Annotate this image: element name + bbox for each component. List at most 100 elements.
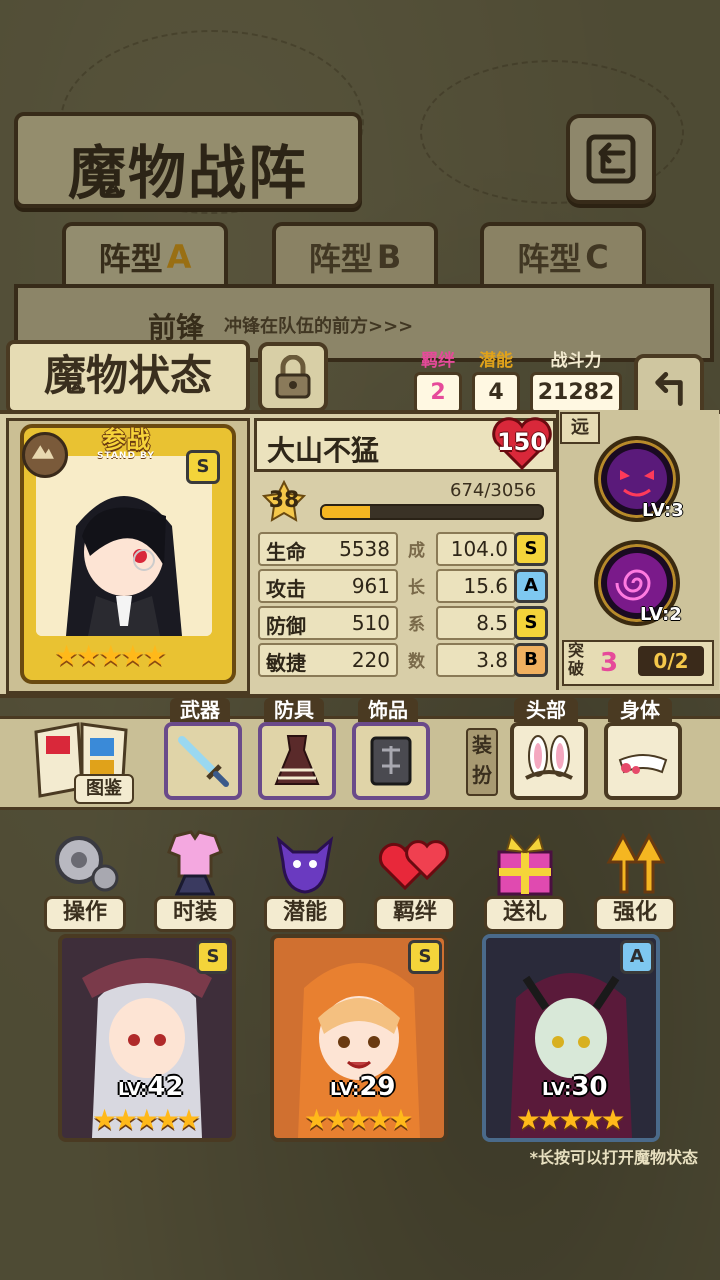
up-arrows-icon xyxy=(606,832,666,894)
level-badge: 38 xyxy=(260,479,308,522)
level-prefix: LV: xyxy=(118,1079,148,1100)
level-prefix: LV: xyxy=(542,1079,572,1100)
weapon-label: 武器 xyxy=(170,698,230,722)
range-tag: 远 xyxy=(560,412,600,444)
stat-row-agility: 敏捷 220 3.8 B xyxy=(258,643,548,677)
team-level: LV:29 xyxy=(330,1072,396,1102)
stat-value: 220 xyxy=(351,648,390,672)
rank-badge: S xyxy=(408,940,442,974)
lock-icon xyxy=(275,355,311,399)
growth-value: 3.8 xyxy=(476,648,508,672)
operate-button[interactable]: 操作 xyxy=(42,822,128,932)
growth-label-char: 成 xyxy=(408,541,425,561)
star-rating: ★★★★★ xyxy=(92,1103,201,1136)
potential-value: 4 xyxy=(472,372,520,414)
body-slot[interactable] xyxy=(604,722,682,800)
grade-badge: B xyxy=(514,643,548,677)
breakthrough-box: 突破 3 0/2 xyxy=(562,640,714,686)
growth-label-char: 数 xyxy=(408,652,425,672)
star-rating: ★★★★★ xyxy=(516,1103,625,1136)
level-value: 38 xyxy=(268,488,300,513)
team-card-3[interactable]: A LV:30 ★★★★★ xyxy=(482,934,660,1142)
bond-button[interactable]: 羁绊 xyxy=(372,822,458,932)
head-label: 头部 xyxy=(514,698,578,722)
team-level: LV:30 xyxy=(542,1072,608,1102)
body-label: 身体 xyxy=(608,698,672,722)
gear-icon xyxy=(55,836,119,892)
monster-portrait xyxy=(36,456,212,636)
heart-value: 150 xyxy=(496,428,548,456)
bond-chip: 羁绊 2 xyxy=(414,352,462,414)
hint-text: *长按可以打开魔物状态 xyxy=(529,1148,698,1167)
encyclopedia-label: 图鉴 xyxy=(74,774,134,804)
growth-box: 15.6 xyxy=(436,569,516,603)
head-slot[interactable] xyxy=(510,722,588,800)
stat-row-defense: 防御 510 8.5 S xyxy=(258,606,548,640)
action-label: 送礼 xyxy=(484,896,566,932)
stat-name: 敏捷 xyxy=(266,651,306,675)
lock-button[interactable] xyxy=(258,342,328,412)
stat-label-box: 敏捷 220 xyxy=(258,643,398,677)
hearts-icon xyxy=(378,840,449,891)
star-rating: ★★★★★ xyxy=(304,1103,413,1136)
power-chip: 战斗力 21282 xyxy=(530,352,622,414)
exp-text: 674/3056 xyxy=(450,480,537,501)
growth-box: 3.8 xyxy=(436,643,516,677)
tile-icon xyxy=(370,736,412,786)
stat-label-box: 攻击 961 xyxy=(258,569,398,603)
breakthrough-level: 3 xyxy=(600,648,619,678)
growth-label-char: 系 xyxy=(408,615,425,635)
role-icon xyxy=(22,432,68,478)
weapon-slot[interactable] xyxy=(164,722,242,800)
grade-badge: A xyxy=(514,569,548,603)
gift-icon xyxy=(497,833,553,896)
stat-value: 510 xyxy=(351,611,390,635)
status-title: 魔物状态 xyxy=(6,340,250,414)
heart-badge: 150 xyxy=(490,416,554,471)
exp-bar xyxy=(320,504,544,520)
enhance-button[interactable]: 强化 xyxy=(592,822,678,932)
bunny-ears-icon xyxy=(525,735,573,780)
growth-box: 104.0 xyxy=(436,532,516,566)
demon-icon xyxy=(276,836,334,894)
accessory-label: 饰品 xyxy=(358,698,418,722)
action-label: 强化 xyxy=(594,896,676,932)
accessory-slot[interactable] xyxy=(352,722,430,800)
level-value: 30 xyxy=(571,1072,608,1102)
action-label: 时装 xyxy=(154,896,236,932)
level-value: 42 xyxy=(147,1072,184,1102)
fashion-button[interactable]: 时装 xyxy=(152,822,238,932)
potential-chip: 潜能 4 xyxy=(472,352,520,414)
stat-label-box: 生命 5538 xyxy=(258,532,398,566)
grade-badge: S xyxy=(514,532,548,566)
team-card-1[interactable]: S LV:42 ★★★★★ xyxy=(58,934,236,1142)
level-prefix: LV: xyxy=(330,1079,360,1100)
team-card-2[interactable]: S LV:29 ★★★★★ xyxy=(270,934,448,1142)
action-label: 羁绊 xyxy=(374,896,456,932)
stat-row-attack: 攻击 961 15.6 A xyxy=(258,569,548,603)
action-label: 潜能 xyxy=(264,896,346,932)
bond-value: 2 xyxy=(414,372,462,414)
return-arrow-icon xyxy=(655,372,683,406)
armor-slot[interactable] xyxy=(258,722,336,800)
exp-fill xyxy=(322,506,371,518)
level-value: 29 xyxy=(359,1072,396,1102)
stat-value: 5538 xyxy=(339,537,390,561)
skill-level: LV:2 xyxy=(640,604,682,625)
standby-banner: 参战 STAND BY xyxy=(76,420,176,464)
growth-label-char: 长 xyxy=(408,578,425,598)
triangle-role-icon xyxy=(31,445,54,459)
growth-value: 8.5 xyxy=(476,611,508,635)
potential-button[interactable]: 潜能 xyxy=(262,822,348,932)
power-value: 21282 xyxy=(530,372,622,414)
stat-label-box: 防御 510 xyxy=(258,606,398,640)
growth-box: 8.5 xyxy=(436,606,516,640)
potential-label: 潜能 xyxy=(479,351,513,371)
rank-badge: S xyxy=(186,450,220,484)
monster-avatar xyxy=(36,456,212,636)
game-screen: 魔物战阵 阵型 A 阵型 B 阵型 C 前锋 冲锋在队伍的前方>>> 魔物状态 羁绊 … xyxy=(0,0,720,1280)
growth-value: 15.6 xyxy=(463,574,508,598)
sword-icon xyxy=(178,736,229,787)
gift-button[interactable]: 送礼 xyxy=(482,822,568,932)
stat-value: 961 xyxy=(351,574,390,598)
